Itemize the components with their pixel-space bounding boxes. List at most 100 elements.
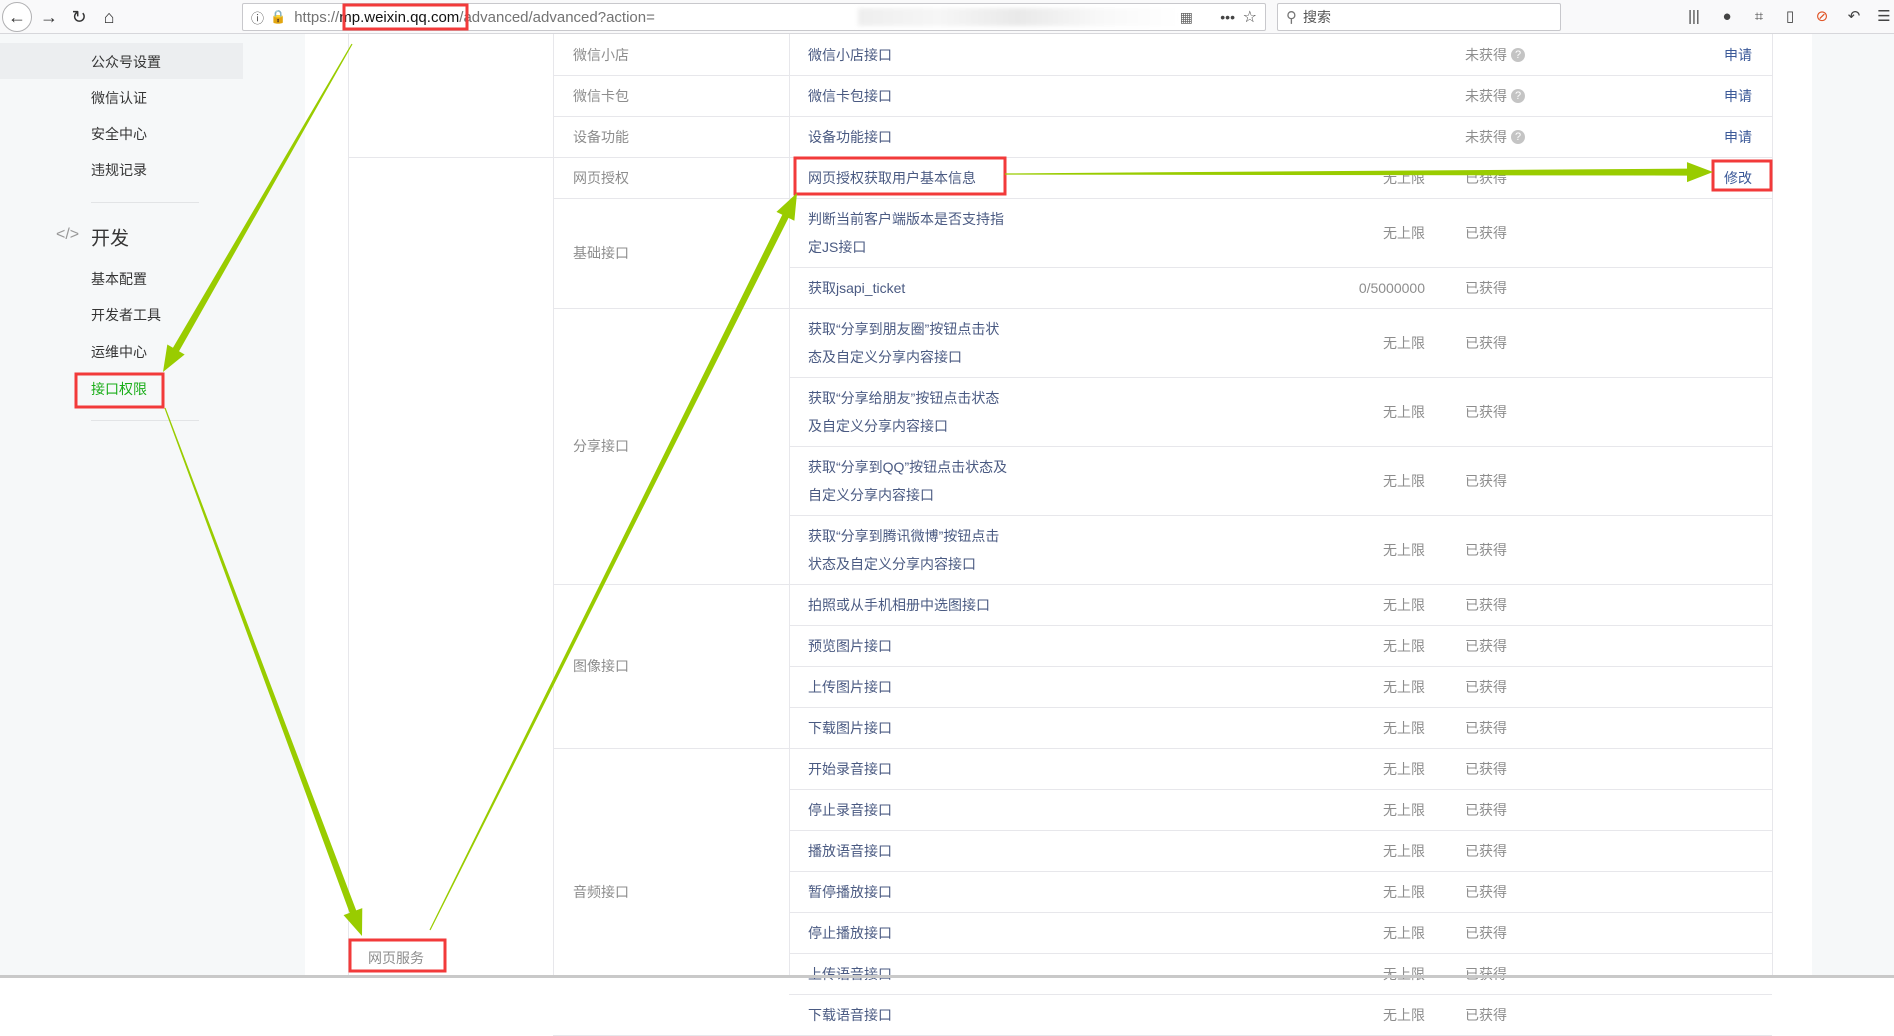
interface-name[interactable]: 预览图片接口 <box>808 632 1013 660</box>
interface-limit: 无上限 <box>1383 883 1425 900</box>
interface-status: 已获得 <box>1465 223 1507 243</box>
row-divider <box>789 953 1772 954</box>
interface-name[interactable]: 微信卡包接口 <box>808 82 1013 110</box>
code-icon: </> <box>56 226 80 243</box>
interface-name[interactable]: 设备功能接口 <box>808 123 1013 151</box>
status-text: 已获得 <box>1465 596 1507 613</box>
more-actions-icon[interactable]: ••• <box>1220 9 1235 25</box>
interface-status: 已获得 <box>1465 540 1507 560</box>
interface-status: 已获得 <box>1465 168 1507 188</box>
interface-status: 未获得? <box>1465 45 1525 65</box>
interface-status: 未获得? <box>1465 127 1525 147</box>
interface-name[interactable]: 播放语音接口 <box>808 837 1013 865</box>
interface-name[interactable]: 开始录音接口 <box>808 755 1013 783</box>
status-text: 已获得 <box>1465 842 1507 859</box>
category-label: 基础接口 <box>573 245 629 261</box>
back-button[interactable]: ← <box>2 2 32 32</box>
status-text: 已获得 <box>1465 760 1507 777</box>
interface-name[interactable]: 获取jsapi_ticket <box>808 274 1013 302</box>
forward-button[interactable]: → <box>36 4 62 30</box>
category-label: 微信卡包 <box>573 87 629 104</box>
interface-limit: 无上限 <box>1383 678 1425 695</box>
row-divider <box>789 830 1772 831</box>
sidebar-item-developer-tools[interactable]: 开发者工具 <box>91 305 161 325</box>
row-divider <box>789 446 1772 447</box>
menu-icon[interactable]: ☰ <box>1876 7 1892 27</box>
interface-name[interactable]: 微信小店接口 <box>808 41 1013 69</box>
sidebar-item-ops-center[interactable]: 运维中心 <box>91 342 147 362</box>
sidebar <box>0 34 305 978</box>
row-divider <box>789 789 1772 790</box>
library-icon[interactable]: ||| <box>1684 7 1704 27</box>
row-divider <box>789 912 1772 913</box>
interface-status: 已获得 <box>1465 759 1507 779</box>
row-divider <box>789 707 1772 708</box>
interface-name[interactable]: 判断当前客户端版本是否支持指定JS接口 <box>808 205 1013 261</box>
action-link[interactable]: 修改 <box>1724 168 1752 188</box>
interface-name[interactable]: 获取“分享到朋友圈”按钮点击状态及自定义分享内容接口 <box>808 315 1013 371</box>
interface-name[interactable]: 获取“分享到QQ”按钮点击状态及自定义分享内容接口 <box>808 453 1013 509</box>
row-divider <box>789 871 1772 872</box>
sidebar-section-develop: 开发 <box>91 228 130 250</box>
interface-name[interactable]: 拍照或从手机相册中选图接口 <box>808 591 1013 619</box>
interface-name[interactable]: 网页授权获取用户基本信息 <box>808 164 1013 192</box>
help-icon[interactable]: ? <box>1511 129 1525 144</box>
help-icon[interactable]: ? <box>1511 47 1525 62</box>
chat-bubble-icon[interactable]: ● <box>1717 7 1737 27</box>
interface-limit: 无上限 <box>1383 637 1425 654</box>
sidebar-item-wechat-verify[interactable]: 微信认证 <box>91 88 147 108</box>
interface-name[interactable]: 上传图片接口 <box>808 673 1013 701</box>
sidebar-divider <box>91 420 199 421</box>
status-text: 已获得 <box>1465 472 1507 489</box>
interface-limit: 无上限 <box>1383 541 1425 558</box>
status-text: 已获得 <box>1465 801 1507 818</box>
interface-name[interactable]: 上传语音接口 <box>808 960 1013 988</box>
column-divider <box>1772 34 1773 978</box>
bookmark-star-icon[interactable]: ☆ <box>1243 7 1257 27</box>
category-label: 分享接口 <box>573 438 629 454</box>
action-link[interactable]: 申请 <box>1724 45 1752 65</box>
sidebar-item-security-center[interactable]: 安全中心 <box>91 124 147 144</box>
sidebar-item-account-settings[interactable]: 公众号设置 <box>91 52 161 72</box>
help-icon[interactable]: ? <box>1511 88 1525 103</box>
url-bar[interactable]: ⓘ 🔒 https:// mp.weixin.qq.com /advanced/… <box>242 3 1266 31</box>
crop-icon[interactable]: ⌗ <box>1749 7 1769 27</box>
search-input[interactable]: ⚲ 搜索 <box>1277 3 1561 31</box>
status-text: 已获得 <box>1465 403 1507 420</box>
sidebar-item-basic-config[interactable]: 基本配置 <box>91 269 147 289</box>
sidebar-item-api-permissions[interactable]: 接口权限 <box>91 379 147 399</box>
redacted-url-part <box>858 8 1178 26</box>
interface-name[interactable]: 获取“分享到腾讯微博”按钮点击状态及自定义分享内容接口 <box>808 522 1013 578</box>
undo-icon[interactable]: ↶ <box>1844 7 1864 27</box>
interface-status: 已获得 <box>1465 333 1507 353</box>
lock-warning-icon[interactable]: 🔒 <box>270 9 286 25</box>
interface-status: 已获得 <box>1465 636 1507 656</box>
interface-limit: 无上限 <box>1383 842 1425 859</box>
interface-status: 已获得 <box>1465 471 1507 491</box>
info-icon[interactable]: ⓘ <box>251 8 264 27</box>
interface-limit: 无上限 <box>1383 801 1425 818</box>
status-text: 已获得 <box>1465 883 1507 900</box>
main-content <box>305 34 1812 978</box>
action-link[interactable]: 申请 <box>1724 127 1752 147</box>
group-divider <box>348 157 1772 158</box>
interface-status: 已获得 <box>1465 677 1507 697</box>
blocked-addon-icon[interactable]: ⊘ <box>1812 7 1832 27</box>
interface-status: 已获得 <box>1465 402 1507 422</box>
interface-name[interactable]: 下载语音接口 <box>808 1001 1013 1029</box>
status-text: 已获得 <box>1465 224 1507 241</box>
sidebar-icon[interactable]: ▯ <box>1780 7 1800 27</box>
url-host: mp.weixin.qq.com <box>339 8 460 26</box>
interface-name[interactable]: 下载图片接口 <box>808 714 1013 742</box>
reload-button[interactable]: ↻ <box>66 4 92 30</box>
sidebar-item-violation-records[interactable]: 违规记录 <box>91 160 147 180</box>
home-button[interactable]: ⌂ <box>96 4 122 30</box>
qr-code-icon[interactable]: ▦ <box>1180 9 1193 26</box>
interface-name[interactable]: 暂停播放接口 <box>808 878 1013 906</box>
interface-name[interactable]: 获取“分享给朋友”按钮点击状态及自定义分享内容接口 <box>808 384 1013 440</box>
interface-status: 已获得 <box>1465 718 1507 738</box>
status-text: 已获得 <box>1465 965 1507 982</box>
interface-name[interactable]: 停止播放接口 <box>808 919 1013 947</box>
interface-name[interactable]: 停止录音接口 <box>808 796 1013 824</box>
action-link[interactable]: 申请 <box>1724 86 1752 106</box>
